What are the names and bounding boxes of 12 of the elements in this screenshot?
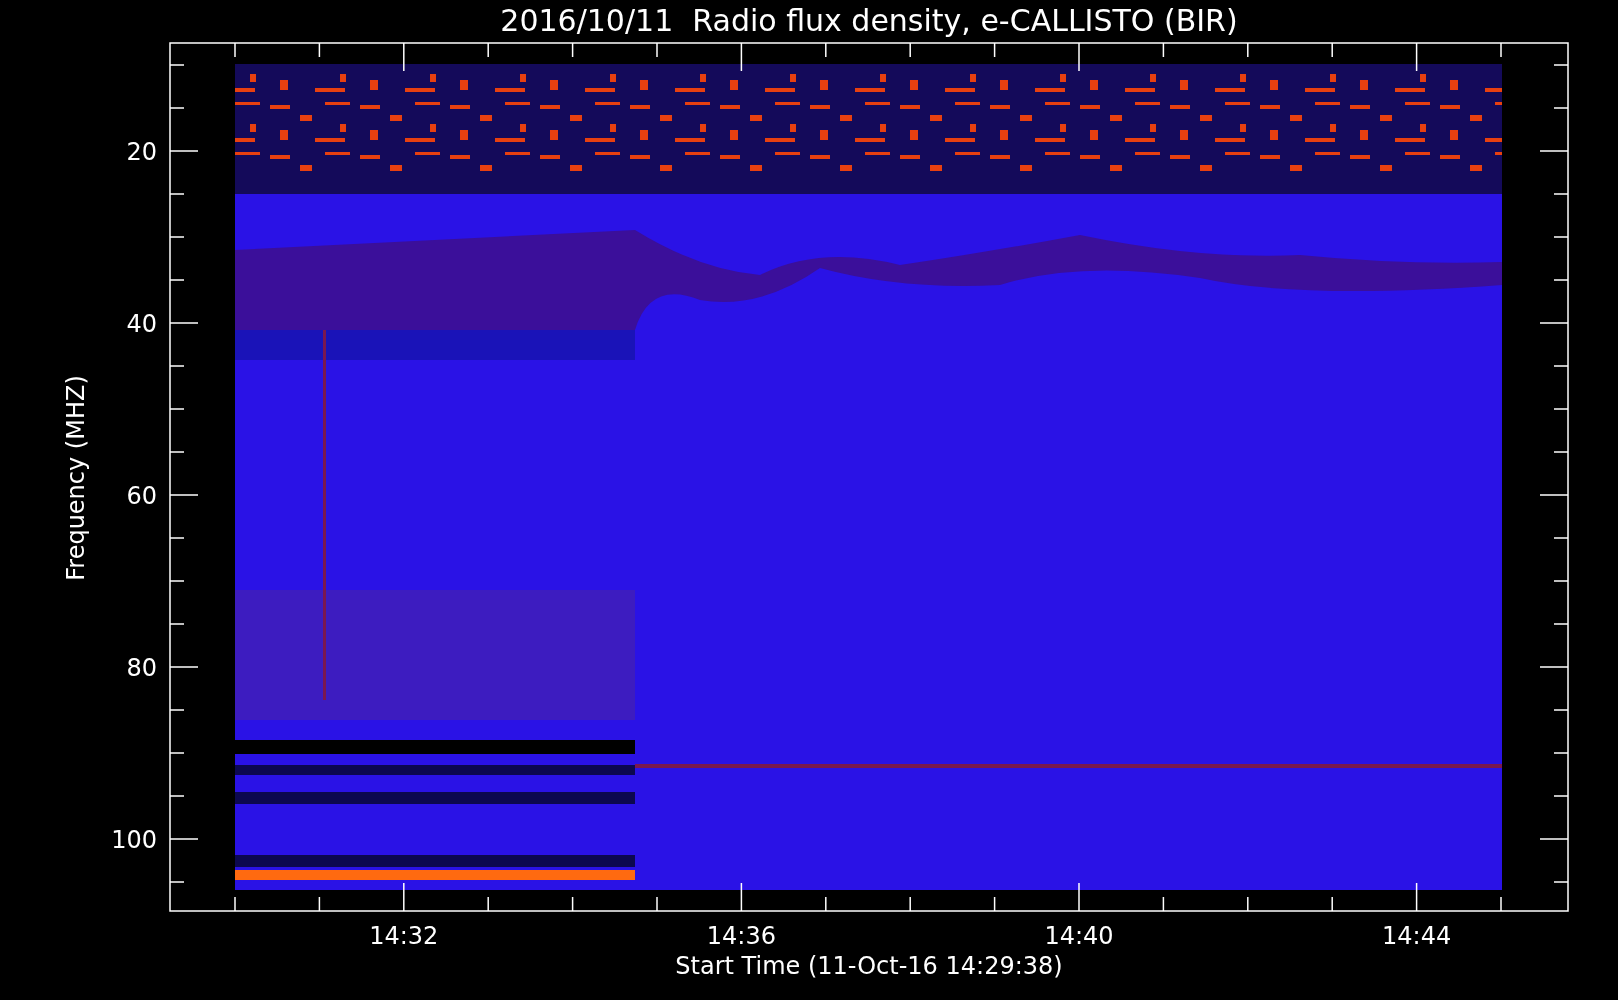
tick-label: 14:44 [1382,922,1452,950]
tick-label: 20 [126,138,157,166]
plot-title: 2016/10/11 Radio flux density, e-CALLISTO (BIR) [500,3,1238,38]
tick-label: 14:36 [706,922,776,950]
tick-label: 100 [111,826,157,854]
tick-label: 40 [126,310,157,338]
tick-label: 14:40 [1044,922,1114,950]
axis-label: Frequency (MHZ) [62,375,90,581]
tick-label: 14:32 [369,922,439,950]
tick-label: 80 [126,654,157,682]
tick-label: 60 [126,482,157,510]
axis-label: Start Time (11-Oct-16 14:29:38) [675,952,1063,980]
